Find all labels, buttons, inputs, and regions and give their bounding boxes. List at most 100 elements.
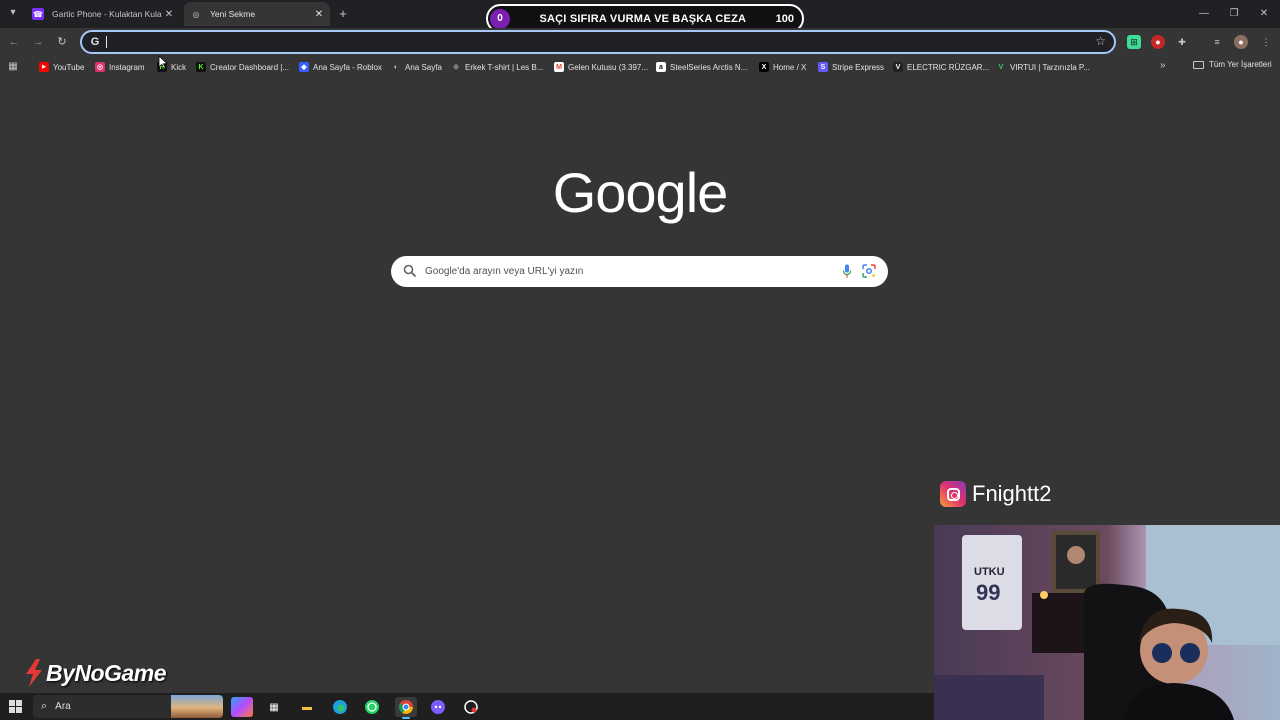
bookmark-label: VIRTUI | Tarzınızla P... <box>1010 62 1090 72</box>
bookmark-label: Stripe Express <box>832 62 885 72</box>
bookmark-creator-dashboard[interactable]: K Creator Dashboard |... <box>196 60 289 74</box>
edge-icon[interactable] <box>329 697 351 717</box>
instagram-icon <box>940 481 966 507</box>
overlay-right-value: 100 <box>775 12 794 25</box>
stripe-icon: S <box>818 62 828 72</box>
overlay-text: SAÇI SIFIRA VURMA VE BAŞKA CEZA <box>539 12 747 25</box>
bookmark-label: Creator Dashboard |... <box>210 62 290 72</box>
steelseries-icon[interactable] <box>460 697 482 717</box>
restore-icon[interactable]: ❐ <box>1226 6 1242 22</box>
bookmark-youtube[interactable]: ▶ YouTube <box>39 60 84 74</box>
bookmark-roblox[interactable]: ◆ Ana Sayfa - Roblox <box>299 60 382 74</box>
kick-icon: K <box>196 62 206 72</box>
svg-text:99: 99 <box>976 580 1000 605</box>
menu-kebab-icon[interactable]: ⋮ <box>1259 35 1273 49</box>
bookmark-stripe[interactable]: S Stripe Express <box>818 60 884 74</box>
whatsapp-icon[interactable] <box>361 697 383 717</box>
webcam-image: UTKU 99 <box>934 525 1280 720</box>
microphone-icon[interactable] <box>842 264 852 279</box>
bookmark-label: Ana Sayfa - Roblox <box>313 62 382 72</box>
taskbar-search-label: Ara <box>55 701 71 712</box>
bynogame-brand-text: ByNoGame <box>46 659 166 686</box>
svg-text:UTKU: UTKU <box>974 566 1005 578</box>
windows-taskbar: ⌕ Ara ▦ ▬ <box>0 693 934 720</box>
roblox-icon: ◆ <box>299 62 309 72</box>
extensions-puzzle-icon[interactable]: ✚ <box>1175 35 1189 49</box>
text-caret <box>106 36 107 48</box>
address-bar[interactable]: G ☆ <box>80 30 1116 54</box>
search-input[interactable] <box>425 262 825 281</box>
discord-icon[interactable] <box>427 697 449 717</box>
apps-grid-icon[interactable]: ▦ <box>7 61 19 73</box>
bookmark-x[interactable]: X Home / X <box>759 60 806 74</box>
bookmark-label: Erkek T-shirt | Les B... <box>465 62 544 72</box>
browser-toolbar: ← → ↻ G ☆ ⊞ ● ✚ ≡ ● ⋮ <box>0 28 1280 56</box>
folder-icon <box>1193 60 1204 69</box>
google-g-icon: G <box>90 36 100 48</box>
bynogame-logo: ByNoGame <box>22 655 166 691</box>
taskbar-search[interactable]: ⌕ Ara <box>33 695 223 718</box>
bookmark-label: SteelSeries Arctis N... <box>670 62 748 72</box>
search-icon <box>403 264 417 278</box>
chrome-icon[interactable] <box>395 697 417 719</box>
bookmark-virtui[interactable]: V VIRTUI | Tarzınızla P... <box>996 60 1090 74</box>
search-highlight-image <box>171 695 223 718</box>
close-window-icon[interactable]: ✕ <box>1256 6 1272 22</box>
new-tab-button[interactable]: + <box>335 6 351 22</box>
windows-start-icon[interactable] <box>9 700 22 713</box>
overlay-left-value: 0 <box>490 8 510 29</box>
virtui-icon: V <box>998 63 1004 71</box>
tab-new-tab[interactable]: ◎ Yeni Sekme ✕ <box>184 2 330 26</box>
gartic-phone-icon: ☎ <box>32 8 44 20</box>
bookmark-label: YouTube <box>53 62 85 72</box>
minimize-icon[interactable]: — <box>1196 6 1212 22</box>
profile-avatar[interactable]: ● <box>1234 35 1248 49</box>
bookmark-instagram[interactable]: ◎ Instagram <box>95 60 145 74</box>
bookmark-ana-sayfa[interactable]: ◐ Ana Sayfa <box>391 60 442 74</box>
bookmark-electric[interactable]: V ELECTRIC RÜZGAR... <box>893 60 989 74</box>
bookmark-label: Kick <box>171 62 187 72</box>
bookmark-label: Gelen Kutusu (3.397... <box>568 62 649 72</box>
more-bookmarks-icon[interactable]: » <box>1160 60 1166 71</box>
bookmark-star-icon[interactable]: ☆ <box>1095 34 1106 48</box>
youtube-icon: ▶ <box>39 62 49 72</box>
bookmark-erkek-tshirt[interactable]: ⊕ Erkek T-shirt | Les B... <box>451 60 543 74</box>
reload-icon[interactable]: ↻ <box>54 34 70 50</box>
bookmark-steelseries[interactable]: a SteelSeries Arctis N... <box>656 60 747 74</box>
steam-icon: ◐ <box>393 63 399 71</box>
screen: ▾ ☎ Gartic Phone - Kulaktan Kulağa ✕ ◎ Y… <box>0 0 1280 720</box>
google-lens-icon[interactable] <box>862 264 876 278</box>
close-tab-icon[interactable]: ✕ <box>162 9 176 20</box>
all-bookmarks-button[interactable]: Tüm Yer İşaretleri <box>1193 60 1272 69</box>
bookmark-label: ELECTRIC RÜZGAR... <box>907 62 990 72</box>
extension-green-icon[interactable]: ⊞ <box>1127 35 1141 49</box>
webcam-feed: UTKU 99 <box>934 525 1280 720</box>
tab-label: Gartic Phone - Kulaktan Kulağa <box>52 9 162 19</box>
store-icon[interactable]: ▦ <box>263 697 285 717</box>
reading-list-icon[interactable]: ≡ <box>1210 35 1224 49</box>
electric-icon: V <box>893 62 903 72</box>
tab-gartic-phone[interactable]: ☎ Gartic Phone - Kulaktan Kulağa ✕ <box>26 2 180 26</box>
copilot-icon[interactable] <box>231 697 253 717</box>
bookmark-label: Instagram <box>109 62 145 72</box>
back-icon[interactable]: ← <box>6 34 22 50</box>
mouse-cursor-icon <box>158 55 168 69</box>
globe-icon: ⊕ <box>453 64 459 71</box>
gmail-icon: M <box>554 62 564 72</box>
instagram-handle: Fnightt2 <box>972 481 1052 506</box>
amazon-icon: a <box>656 62 666 72</box>
extension-red-icon[interactable]: ● <box>1151 35 1165 49</box>
forward-icon[interactable]: → <box>30 34 46 50</box>
google-search-box[interactable] <box>391 256 888 287</box>
search-icon: ⌕ <box>41 700 48 712</box>
bookmarks-bar: ▦ ▶ YouTube ◎ Instagram K Kick K Creator… <box>0 56 1280 78</box>
tab-label: Yeni Sekme <box>210 9 256 19</box>
tab-search-button[interactable]: ▾ <box>5 5 21 21</box>
bookmark-gmail[interactable]: M Gelen Kutusu (3.397... <box>554 60 648 74</box>
close-tab-icon[interactable]: ✕ <box>312 9 326 20</box>
instagram-icon: ◎ <box>95 62 105 72</box>
address-input[interactable] <box>104 33 1084 51</box>
x-icon: X <box>759 62 769 72</box>
bookmark-label: Home / X <box>773 62 807 72</box>
file-explorer-icon[interactable]: ▬ <box>296 697 318 717</box>
